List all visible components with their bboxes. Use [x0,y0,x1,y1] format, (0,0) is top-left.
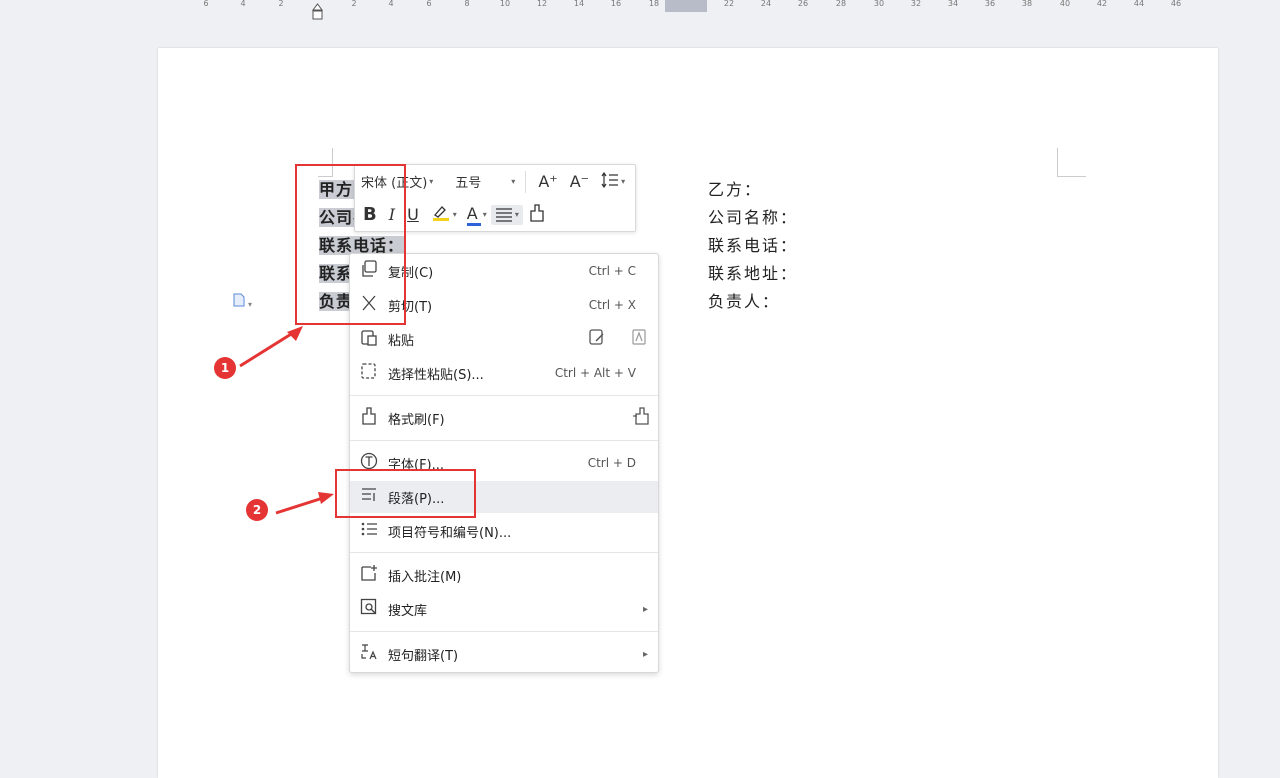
annotation-badge: 1 [214,357,236,379]
annotation-arrows [239,326,334,515]
annotation-badge: 2 [246,499,268,521]
